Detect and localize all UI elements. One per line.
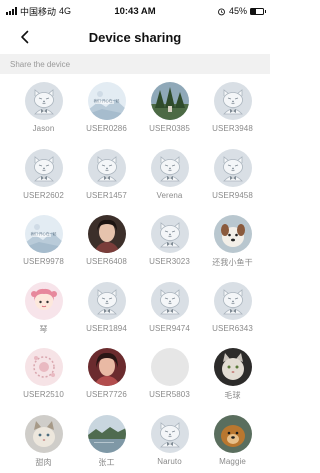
user-name: 毛球	[224, 391, 241, 400]
alarm-icon	[218, 8, 225, 15]
user-tile[interactable]: USER0385	[138, 82, 201, 149]
user-tile[interactable]: USER9458	[201, 148, 264, 216]
user-avatar[interactable]	[24, 148, 63, 187]
user-tile[interactable]: 还我小鱼干	[201, 215, 264, 282]
user-name: USER2510	[23, 390, 64, 399]
back-button[interactable]	[14, 26, 36, 48]
user-name: USER6408	[86, 257, 127, 266]
network-type: 4G	[59, 6, 72, 16]
user-tile[interactable]: Naruto	[138, 414, 201, 473]
user-avatar[interactable]: 我们·开心在一起	[24, 215, 63, 253]
user-avatar[interactable]	[87, 348, 126, 386]
user-name: USER9474	[149, 323, 190, 333]
user-avatar[interactable]	[24, 82, 63, 120]
user-avatar[interactable]	[87, 148, 126, 187]
user-avatar[interactable]	[150, 215, 189, 253]
chevron-left-icon	[21, 30, 29, 44]
avatar-caption: 我们·开心在一起	[30, 232, 57, 236]
user-name: Naruto	[157, 456, 182, 466]
user-avatar[interactable]	[87, 281, 126, 320]
user-tile[interactable]: 我们·开心在一起 USER0286	[75, 82, 138, 149]
user-avatar[interactable]	[150, 281, 189, 320]
user-name: USER3948	[212, 124, 253, 133]
user-avatar[interactable]	[24, 414, 63, 453]
user-name: USER1457	[86, 190, 127, 200]
user-avatar[interactable]	[150, 82, 189, 120]
user-tile[interactable]: 我们·开心在一起 USER9978	[12, 215, 75, 282]
user-avatar[interactable]	[24, 348, 63, 386]
user-tile[interactable]: USER6408	[75, 215, 138, 282]
user-avatar[interactable]	[150, 148, 189, 187]
user-name: Maggie	[219, 456, 246, 466]
avatar-caption: 我们·开心在一起	[93, 99, 120, 103]
carrier-name: 中国移动	[20, 6, 57, 17]
user-avatar[interactable]	[87, 414, 126, 453]
user-avatar[interactable]: 我们·开心在一起	[87, 82, 126, 120]
user-tile[interactable]: USER6343	[201, 281, 264, 349]
status-right: 45%	[174, 6, 266, 16]
user-tile[interactable]: USER2510	[12, 348, 75, 415]
user-tile[interactable]: USER5803	[138, 348, 201, 415]
status-bar: 中国移动 4G 10:43 AM 45%	[0, 0, 270, 22]
user-avatar[interactable]	[24, 281, 63, 320]
user-avatar[interactable]	[213, 281, 252, 320]
user-name: USER1894	[86, 323, 127, 333]
user-name: 甜肉	[35, 457, 52, 467]
user-name: USER5803	[149, 390, 190, 399]
section-label: Share the device	[10, 59, 71, 69]
user-name: Verena	[156, 190, 183, 200]
user-tile[interactable]: USER2602	[12, 148, 75, 216]
user-grid: Jason 我们·开心在一起 USER0286 USER0385 USER3948…	[12, 82, 264, 473]
user-tile[interactable]: Jason	[12, 82, 75, 149]
battery-icon	[250, 7, 266, 15]
user-tile[interactable]: 甜肉	[12, 414, 75, 473]
user-avatar[interactable]	[87, 215, 126, 253]
user-tile[interactable]: USER1894	[75, 281, 138, 349]
user-tile[interactable]: 毛球	[201, 348, 264, 415]
user-tile[interactable]: USER1457	[75, 148, 138, 216]
user-name: USER2602	[23, 190, 64, 200]
user-tile[interactable]: 琴	[12, 281, 75, 349]
user-avatar[interactable]	[150, 348, 189, 386]
user-tile[interactable]: USER3948	[201, 82, 264, 149]
user-name: USER7726	[86, 390, 127, 399]
user-name: USER9458	[212, 190, 253, 200]
page-title: Device sharing	[88, 29, 182, 45]
user-name: USER9978	[23, 257, 64, 266]
user-name: 琴	[39, 324, 48, 334]
user-tile[interactable]: USER7726	[75, 348, 138, 415]
user-avatar[interactable]	[150, 414, 189, 453]
user-avatar[interactable]	[213, 348, 252, 386]
section-header: Share the device	[0, 54, 270, 74]
nav-header: Device sharing	[0, 22, 270, 52]
user-avatar[interactable]	[213, 215, 252, 253]
signal-icon	[6, 7, 17, 15]
battery-percent: 45%	[228, 6, 247, 16]
user-tile[interactable]: Maggie	[201, 414, 264, 473]
status-time: 10:43 AM	[114, 5, 156, 17]
user-name: 张工	[98, 457, 115, 467]
user-avatar[interactable]	[213, 414, 252, 453]
user-tile[interactable]: USER3023	[138, 215, 201, 282]
user-tile[interactable]: USER9474	[138, 281, 201, 349]
user-tile[interactable]: 张工	[75, 414, 138, 473]
user-tile[interactable]: Verena	[138, 148, 201, 216]
user-avatar[interactable]	[213, 82, 252, 120]
status-left: 中国移动 4G	[6, 5, 96, 18]
user-name: USER0286	[86, 124, 127, 133]
user-name: USER3023	[149, 257, 190, 266]
user-avatar[interactable]	[213, 148, 252, 187]
user-name: USER6343	[212, 323, 253, 333]
user-name: Jason	[32, 124, 55, 133]
user-name: 还我小鱼干	[212, 258, 253, 267]
user-name: USER0385	[149, 124, 190, 133]
